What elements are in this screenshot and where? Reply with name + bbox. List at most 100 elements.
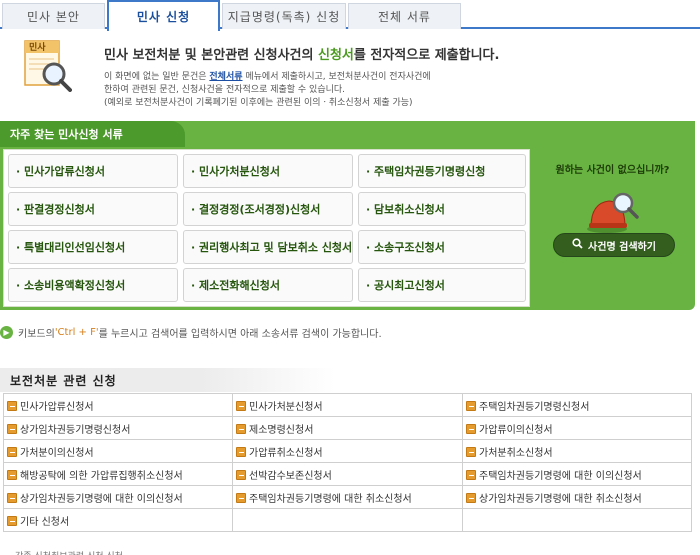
document-icon bbox=[7, 446, 17, 457]
section-header: 보전처분 관련 신청 bbox=[0, 368, 700, 392]
tab-bar: 민사 본안 민사 신청 지급명령(독촉) 신청 전체 서류 bbox=[0, 0, 700, 31]
document-icon bbox=[466, 492, 476, 503]
favorite-item[interactable]: · 민사가압류신청서 bbox=[8, 154, 178, 188]
document-cell[interactable]: 주택임차권등기명령신청서 bbox=[462, 393, 692, 417]
document-cell[interactable]: 가압류이의신청서 bbox=[462, 416, 692, 440]
document-cell[interactable]: 상가임차권등기명령에 대한 이의신청서 bbox=[3, 485, 233, 509]
tab-civil-main[interactable]: 민사 본안 bbox=[2, 3, 105, 29]
table-row: 민사가압류신청서 민사가처분신청서 주택임차권등기명령신청서 bbox=[3, 393, 692, 417]
document-table: 민사가압류신청서 민사가처분신청서 주택임차권등기명령신청서상가임차권등기명령신청서… bbox=[3, 393, 692, 532]
document-icon bbox=[236, 446, 246, 457]
document-cell[interactable]: 민사가압류신청서 bbox=[3, 393, 233, 417]
document-link[interactable]: 상가임차권등기명령에 대한 취소신청서 bbox=[479, 494, 642, 505]
document-cell[interactable]: 주택임차권등기명령에 대한 이의신청서 bbox=[462, 462, 692, 486]
table-row: 해방공탁에 의한 가압류집행취소신청서 선박감수보존신청서 주택임차권등기명령에 대… bbox=[3, 462, 692, 486]
favorite-item[interactable]: · 소송구조신청서 bbox=[358, 230, 526, 264]
document-cell[interactable]: 상가임차권등기명령에 대한 취소신청서 bbox=[462, 485, 692, 509]
favorite-item[interactable]: · 담보취소신청서 bbox=[358, 192, 526, 226]
table-row: 상가임차권등기명령신청서 제소명령신청서 가압류이의신청서 bbox=[3, 416, 692, 440]
document-cell[interactable]: 민사가처분신청서 bbox=[232, 393, 463, 417]
tab-payment-order[interactable]: 지급명령(독촉) 신청 bbox=[222, 3, 346, 29]
document-icon bbox=[7, 400, 17, 411]
document-link[interactable]: 제소명령신청서 bbox=[249, 425, 313, 436]
document-cell[interactable]: 가처분이의신청서 bbox=[3, 439, 233, 463]
document-icon bbox=[236, 400, 246, 411]
table-row: 가처분이의신청서 가압류취소신청서 가처분취소신청서 bbox=[3, 439, 692, 463]
document-link[interactable]: 가압류이의신청서 bbox=[479, 425, 553, 436]
document-icon bbox=[466, 423, 476, 434]
desc-line1-pre: 이 화면에 없는 일반 문건은 bbox=[104, 72, 210, 82]
icon-label: 민사 bbox=[29, 41, 46, 53]
document-link[interactable]: 민사가처분신청서 bbox=[249, 402, 323, 413]
headline-post: 를 전자적으로 제출합니다. bbox=[353, 48, 500, 63]
intro-description: 이 화면에 없는 일반 문건은 전체서류 메뉴에서 제출하시고, 보전처분사건이… bbox=[104, 71, 431, 110]
document-icon bbox=[466, 400, 476, 411]
table-row: 상가임차권등기명령에 대한 이의신청서 주택임차권등기명령에 대한 취소신청서 상가… bbox=[3, 485, 692, 509]
document-link[interactable]: 가처분이의신청서 bbox=[20, 448, 94, 459]
favorite-item[interactable]: · 결정경정(조서경정)신청서 bbox=[183, 192, 353, 226]
document-cell bbox=[462, 508, 692, 532]
document-cell[interactable]: 제소명령신청서 bbox=[232, 416, 463, 440]
favorite-item[interactable]: · 소송비용액확정신청서 bbox=[8, 268, 178, 302]
favorites-title: 자주 찾는 민사신청 서류 bbox=[0, 121, 185, 147]
arrow-right-icon: ▶ bbox=[0, 325, 13, 339]
document-link[interactable]: 기타 신청서 bbox=[20, 517, 69, 528]
keyboard-hint: ▶ 키보드의 'Ctrl + F' 를 누르시고 검색어를 입력하시면 아래 소송… bbox=[0, 323, 700, 341]
section-title: 보전처분 관련 신청 bbox=[0, 368, 335, 392]
document-link[interactable]: 민사가압류신청서 bbox=[20, 402, 94, 413]
document-icon bbox=[236, 492, 246, 503]
document-cell[interactable]: 해방공탁에 의한 가압류집행취소신청서 bbox=[3, 462, 233, 486]
favorite-item[interactable]: · 권리행사최고 및 담보취소 신청서 bbox=[183, 230, 353, 264]
tab-civil-application[interactable]: 민사 신청 bbox=[107, 0, 220, 31]
document-link[interactable]: 주택임차권등기명령에 대한 취소신청서 bbox=[249, 494, 412, 505]
intro-headline: 민사 보전처분 및 본안관련 신청사건의 신청서를 전자적으로 제출합니다. bbox=[104, 44, 499, 63]
document-icon bbox=[7, 469, 17, 480]
headline-highlight: 신청서 bbox=[318, 48, 354, 63]
all-documents-link[interactable]: 전체서류 bbox=[209, 72, 242, 82]
document-link[interactable]: 상가임차권등기명령신청서 bbox=[20, 425, 130, 436]
intro-section: 민사 민사 보전처분 및 본안관련 신청사건의 신청서를 전자적으로 제출합니다… bbox=[0, 31, 700, 123]
table-row: 기타 신청서 bbox=[3, 508, 692, 532]
document-cell[interactable]: 가압류취소신청서 bbox=[232, 439, 463, 463]
document-cell bbox=[232, 508, 463, 532]
case-search-button[interactable]: 사건명 검색하기 bbox=[553, 233, 675, 257]
hint-pre: 키보드의 bbox=[18, 328, 55, 340]
favorite-item[interactable]: · 제소전화해신청서 bbox=[183, 268, 353, 302]
document-icon bbox=[7, 492, 17, 503]
document-link[interactable]: 가압류취소신청서 bbox=[249, 448, 323, 459]
hint-post: 를 누르시고 검색어를 입력하시면 아래 소송서류 검색이 가능합니다. bbox=[98, 328, 382, 340]
document-icon bbox=[466, 469, 476, 480]
next-section-title: 각종 신청취보관련 신청 신청 bbox=[15, 549, 123, 555]
document-link[interactable]: 해방공탁에 의한 가압류집행취소신청서 bbox=[20, 471, 183, 482]
search-icon bbox=[572, 238, 583, 252]
document-cell[interactable]: 주택임차권등기명령에 대한 취소신청서 bbox=[232, 485, 463, 509]
search-helmet-icon bbox=[585, 189, 641, 235]
document-link[interactable]: 상가임차권등기명령에 대한 이의신청서 bbox=[20, 494, 183, 505]
favorites-grid: · 민사가압류신청서 · 민사가처분신청서 · 주택임차권등기명령신청 · 판결… bbox=[3, 149, 530, 307]
desc-line1-post: 메뉴에서 제출하시고, 보전처분사건이 전자사건에 bbox=[242, 72, 431, 82]
document-icon bbox=[7, 423, 17, 434]
favorite-documents-panel: 자주 찾는 민사신청 서류 · 민사가압류신청서 · 민사가처분신청서 · 주택… bbox=[0, 121, 695, 310]
document-icon bbox=[7, 515, 17, 526]
document-icon bbox=[236, 423, 246, 434]
document-icon bbox=[466, 446, 476, 457]
favorite-item[interactable]: · 판결경정신청서 bbox=[8, 192, 178, 226]
document-link[interactable]: 가처분취소신청서 bbox=[479, 448, 553, 459]
tab-all-documents[interactable]: 전체 서류 bbox=[348, 3, 461, 29]
document-link[interactable]: 주택임차권등기명령에 대한 이의신청서 bbox=[479, 471, 642, 482]
document-search-icon: 민사 bbox=[24, 40, 72, 92]
case-search-box: 원하는 사건이 없으십니까? 사건명 검색하기 bbox=[533, 149, 692, 307]
favorite-item[interactable]: · 공시최고신청서 bbox=[358, 268, 526, 302]
favorite-item[interactable]: · 주택임차권등기명령신청 bbox=[358, 154, 526, 188]
desc-line2: 한하여 관련된 문건, 신청사건을 전자적으로 제출할 수 있습니다. bbox=[104, 85, 346, 95]
document-icon bbox=[236, 469, 246, 480]
favorite-item[interactable]: · 민사가처분신청서 bbox=[183, 154, 353, 188]
document-cell[interactable]: 가처분취소신청서 bbox=[462, 439, 692, 463]
document-link[interactable]: 주택임차권등기명령신청서 bbox=[479, 402, 589, 413]
document-cell[interactable]: 선박감수보존신청서 bbox=[232, 462, 463, 486]
hint-key: 'Ctrl + F' bbox=[54, 326, 99, 338]
document-link[interactable]: 선박감수보존신청서 bbox=[249, 471, 332, 482]
favorite-item[interactable]: · 특별대리인선임신청서 bbox=[8, 230, 178, 264]
document-cell[interactable]: 기타 신청서 bbox=[3, 508, 233, 532]
document-cell[interactable]: 상가임차권등기명령신청서 bbox=[3, 416, 233, 440]
